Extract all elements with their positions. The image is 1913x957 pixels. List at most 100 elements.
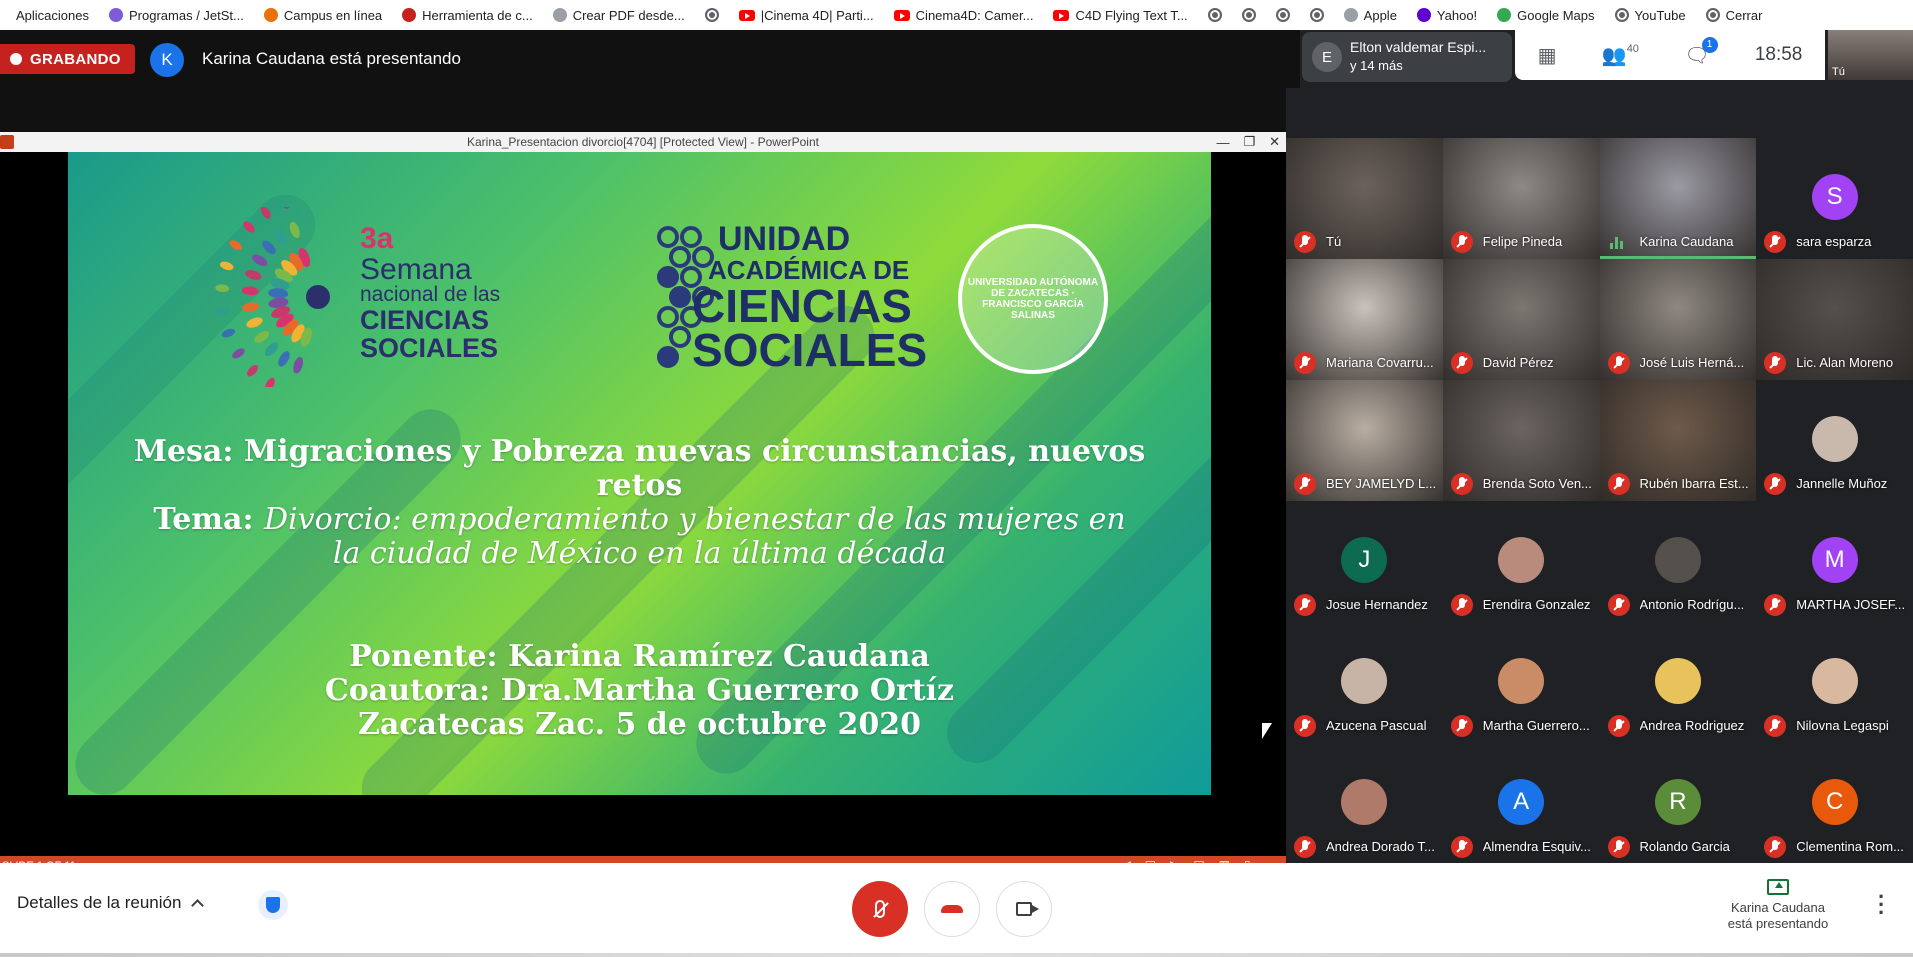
bookmark-item[interactable] [1268, 3, 1298, 27]
participant-name: Azucena Pascual [1326, 718, 1427, 733]
participant-tile[interactable]: J Josue Hernandez [1286, 501, 1443, 622]
bookmark-label: Crear PDF desde... [572, 7, 685, 23]
participant-tile[interactable]: Antonio Rodrígu... [1599, 501, 1757, 622]
taskbar-edge [0, 953, 1913, 957]
bookmark-item[interactable]: C4D Flying Text T... [1045, 3, 1195, 27]
pdf-icon [552, 8, 567, 22]
uacs-line-1: UNIDAD [718, 220, 851, 258]
bookmark-item[interactable]: Cerrar [1698, 3, 1771, 27]
restore-icon[interactable]: ❐ [1243, 134, 1255, 150]
bookmark-item[interactable]: Programas / JetSt... [101, 3, 252, 27]
bookmark-label: Apple [1363, 7, 1397, 23]
recording-label: GRABANDO [30, 50, 121, 68]
bookmark-label: Programas / JetSt... [129, 7, 244, 23]
presenter-status-text: Karina Caudana está presentando [202, 49, 461, 68]
bookmark-item[interactable]: Aplicaciones [8, 3, 97, 27]
bookmarks-bar: Aplicaciones Programas / JetSt... Campus e… [0, 0, 1913, 30]
mic-muted-icon [1450, 594, 1473, 616]
bookmark-item[interactable]: Cinema4D: Camer... [886, 3, 1042, 27]
bookmark-item[interactable]: Herramienta de c... [394, 3, 541, 27]
participant-tile[interactable]: M MARTHA JOSEF... [1756, 501, 1913, 622]
meeting-details-button[interactable]: Detalles de la reunión [17, 893, 205, 913]
bookmark-item[interactable] [1302, 3, 1332, 27]
bookmark-item[interactable] [697, 3, 727, 27]
bookmark-item[interactable]: Apple [1336, 3, 1405, 27]
participant-tile[interactable]: Erendira Gonzalez [1442, 501, 1600, 622]
logo-petal [232, 348, 245, 359]
bookmark-item[interactable]: Google Maps [1489, 3, 1602, 27]
participant-tile[interactable]: Andrea Rodriguez [1599, 622, 1757, 743]
microphone-toggle-button[interactable] [852, 881, 908, 937]
logo-petal [260, 207, 271, 219]
logo-petal [264, 342, 279, 357]
participant-name: Jannelle Muñoz [1796, 476, 1888, 491]
minimize-icon[interactable]: — [1216, 135, 1229, 150]
presentation-status-button[interactable]: Karina Caudana está presentando [1720, 879, 1836, 932]
participant-tile[interactable]: Jannelle Muñoz [1756, 380, 1913, 501]
leave-call-button[interactable] [924, 881, 980, 937]
participant-tile[interactable]: José Luis Herná... [1599, 259, 1757, 380]
participant-tile[interactable]: A Almendra Esquiv... [1442, 743, 1600, 864]
unidad-academica-logo: UNIDAD ACADÉMICA DE CIENCIAS SOCIALES [692, 220, 927, 373]
participant-tile[interactable]: Felipe Pineda [1442, 138, 1600, 259]
participant-tile[interactable]: R Rolando Garcia [1599, 743, 1757, 864]
people-count: 40 [1626, 42, 1639, 55]
participant-tile[interactable]: Tú [1286, 138, 1443, 259]
youtube-icon [893, 9, 910, 21]
mic-muted-icon [1607, 352, 1630, 374]
host-controls-shield-icon[interactable] [258, 890, 288, 920]
participant-name: Mariana Covarru... [1326, 355, 1434, 370]
bookmark-item[interactable] [1200, 3, 1230, 27]
mic-muted-icon [1450, 352, 1473, 374]
mic-muted-icon [1607, 594, 1630, 616]
participant-tile[interactable]: Nilovna Legaspi [1756, 622, 1913, 743]
participant-tile[interactable]: Azucena Pascual [1286, 622, 1443, 743]
bookmark-label: Campus en línea [283, 7, 383, 23]
layout-off-icon[interactable]: ▦ [1538, 43, 1557, 68]
people-button[interactable]: 👥40 [1602, 43, 1639, 68]
close-icon[interactable]: ✕ [1269, 134, 1280, 150]
logo-petal [242, 302, 260, 312]
bookmark-item[interactable]: YouTube [1607, 3, 1694, 27]
more-options-icon[interactable]: · · · [1878, 886, 1885, 924]
meeting-details-label: Detalles de la reunión [17, 893, 182, 912]
participant-name: BEY JAMELYD L... [1326, 476, 1437, 491]
bookmark-item[interactable]: Yahoo! [1409, 3, 1485, 27]
participant-tile[interactable]: David Pérez [1442, 259, 1600, 380]
logo-petal [278, 351, 290, 367]
participant-tile[interactable]: Lic. Alan Moreno [1756, 259, 1913, 380]
participant-avatar [1341, 779, 1388, 825]
participant-tile[interactable]: Ssara esparza [1756, 138, 1913, 259]
join-notification[interactable]: E Elton valdemar Espi... y 14 más [1302, 32, 1512, 82]
participant-grid: Tú Felipe Pineda Karina Caudana Ssara espar… [1286, 138, 1913, 864]
participant-avatar: M [1811, 537, 1858, 583]
apple-icon [1343, 8, 1358, 22]
participant-tile[interactable]: Martha Guerrero... [1442, 622, 1600, 743]
participant-name: Josue Hernandez [1326, 597, 1428, 612]
logo-petal [243, 221, 255, 233]
logo-petal [221, 328, 236, 338]
chat-button[interactable]: 🗨 1 [1684, 36, 1718, 68]
bookmark-item[interactable]: |Cinema 4D| Parti... [731, 3, 882, 27]
campus-icon [263, 8, 278, 22]
globe-icon [704, 8, 719, 22]
participant-tile[interactable]: Karina Caudana [1599, 138, 1757, 259]
present-label-1: Karina Caudana [1731, 900, 1825, 915]
participant-name: Felipe Pineda [1482, 234, 1563, 249]
bookmark-item[interactable] [1234, 3, 1264, 27]
camera-toggle-button[interactable] [996, 881, 1052, 937]
participant-tile[interactable]: BEY JAMELYD L... [1286, 380, 1443, 501]
bookmark-item[interactable]: Campus en línea [256, 3, 390, 27]
huawei-icon [402, 8, 417, 22]
participant-tile[interactable]: C Clementina Rom... [1756, 743, 1913, 864]
bookmark-label: C4D Flying Text T... [1075, 7, 1188, 23]
bookmark-item[interactable]: Crear PDF desde... [545, 3, 693, 27]
self-view-thumbnail[interactable]: Tú [1828, 30, 1913, 80]
participant-tile[interactable]: Brenda Soto Ven... [1442, 380, 1600, 501]
participant-avatar [1811, 658, 1858, 704]
participant-tile[interactable]: Andrea Dorado T... [1286, 743, 1443, 864]
participant-tile[interactable]: Rubén Ibarra Est... [1599, 380, 1757, 501]
participant-tile[interactable]: Mariana Covarru... [1286, 259, 1443, 380]
mic-muted-icon [1607, 715, 1630, 737]
youtube-icon [1053, 9, 1070, 21]
